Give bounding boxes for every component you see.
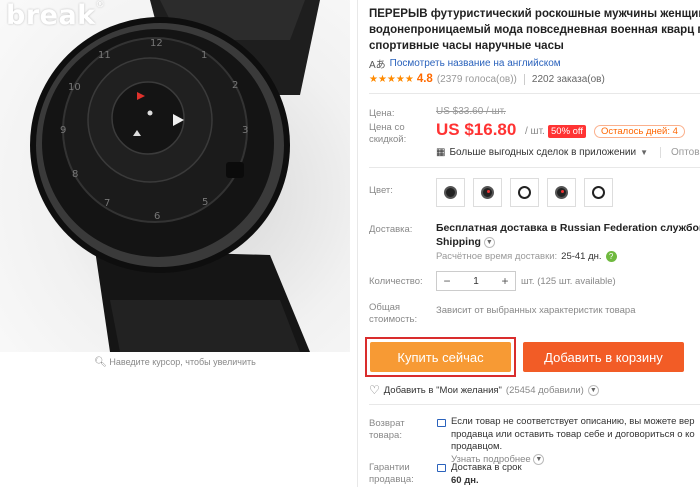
total-label: Общая стоимость: <box>369 302 418 325</box>
svg-text:6: 6 <box>154 211 160 222</box>
wishlist-link[interactable]: Добавить в "Мои желания" <box>384 385 502 396</box>
chevron-down-icon[interactable]: ▼ <box>533 453 545 465</box>
add-to-cart-button[interactable]: Добавить в корзину <box>523 342 684 372</box>
svg-text:3: 3 <box>242 125 248 136</box>
product-title: ПЕРЕРЫВ футуристический роскошные мужчин… <box>369 6 700 54</box>
delivery-time-label: Расчётное время доставки: <box>436 251 558 262</box>
zoom-hint: 🔍︎ Наведите курсор, чтобы увеличить <box>0 357 350 368</box>
column-divider <box>357 0 358 487</box>
delivery-time-value: 25-41 дн. <box>561 251 602 262</box>
qr-icon: ▦ <box>436 147 446 158</box>
svg-text:11: 11 <box>98 50 111 61</box>
price-unit: / шт. <box>525 126 545 137</box>
brand-logo: break® <box>6 0 106 31</box>
guarantee-text: Доставка в срок 60 дн. <box>451 462 522 486</box>
svg-text:7: 7 <box>104 198 110 209</box>
discount-price-label: Цена со скидкой: <box>369 122 407 145</box>
watch-thumbnail-icon <box>592 182 605 203</box>
buy-now-button[interactable]: Купить сейчас <box>370 342 511 372</box>
translate-link-text[interactable]: Посмотреть название на английском <box>390 58 561 69</box>
watch-thumbnail-icon <box>518 182 531 203</box>
title-line: спортивные часы наручные часы <box>369 40 564 52</box>
color-swatch[interactable] <box>510 178 539 207</box>
svg-text:5: 5 <box>202 197 208 208</box>
product-image[interactable]: 1212 345 678 91011 break® <box>0 0 350 352</box>
heart-icon[interactable]: ♡ <box>369 383 380 397</box>
app-deals-row[interactable]: ▦ Больше выгодных сделок в приложении ▼ … <box>436 147 700 158</box>
divider <box>369 93 700 94</box>
return-policy-icon <box>437 419 446 427</box>
translate-icon: Aあ <box>369 60 386 71</box>
divider <box>523 73 525 85</box>
chevron-down-icon[interactable]: ▼ <box>483 236 495 248</box>
total-note: Зависит от выбранных характеристик товар… <box>436 305 636 316</box>
star-rating-icon[interactable]: ★★★★★ <box>369 74 414 85</box>
guarantee-label: Гарантии продавца: <box>369 462 414 485</box>
svg-text:12: 12 <box>150 38 163 49</box>
color-swatch[interactable] <box>436 178 465 207</box>
shipping-info: Бесплатная доставка в Russian Federation… <box>436 221 700 249</box>
rating-value: 4.8 <box>416 73 433 85</box>
help-icon[interactable]: ? <box>605 251 617 262</box>
wishlist-row[interactable]: ♡ Добавить в "Мои желания" (25454 добави… <box>369 383 599 397</box>
price-label: Цена: <box>369 108 395 119</box>
chevron-down-icon[interactable]: ▼ <box>640 148 648 157</box>
watch-thumbnail-icon <box>555 182 568 203</box>
discount-badge: 50% off <box>548 125 587 138</box>
quantity-available: шт. (125 шт. available) <box>521 276 616 287</box>
svg-text:2: 2 <box>232 80 238 91</box>
quantity-decrease-button[interactable]: − <box>437 274 457 288</box>
translate-link[interactable]: Aあ Посмотреть название на английском <box>369 56 561 71</box>
watch-thumbnail-icon <box>444 182 457 203</box>
wishlist-count: (25454 добавили) <box>505 384 584 396</box>
return-policy-text: Если товар не соответствует описанию, вы… <box>451 416 695 465</box>
title-line: водонепроницаемый мода повседневная воен… <box>369 24 700 36</box>
svg-text:10: 10 <box>68 82 81 93</box>
returns-label: Возврат товара: <box>369 418 405 441</box>
shipping-line: Shipping <box>436 236 481 248</box>
wholesale-link[interactable]: Оптова <box>671 147 700 158</box>
votes-count[interactable]: (2379 голоса(ов)) <box>437 74 517 85</box>
color-swatches <box>436 178 613 207</box>
color-swatch[interactable] <box>547 178 576 207</box>
color-swatch[interactable] <box>473 178 502 207</box>
quantity-label: Количество: <box>369 276 423 287</box>
zoom-hint-text: Наведите курсор, чтобы увеличить <box>109 357 256 367</box>
quantity-stepper: − 1 + <box>436 271 516 291</box>
rating-row: ★★★★★ 4.8 (2379 голоса(ов)) 2202 заказа(… <box>369 73 605 85</box>
title-line: ПЕРЕРЫВ футуристический роскошные мужчин… <box>369 8 700 20</box>
delivery-guarantee-icon <box>437 464 446 472</box>
days-left-badge: Осталось дней: 4 <box>594 125 685 138</box>
svg-text:1: 1 <box>201 50 207 61</box>
color-label: Цвет: <box>369 185 393 196</box>
divider <box>369 167 700 168</box>
divider <box>369 404 700 405</box>
shipping-line: Бесплатная доставка в Russian Federation… <box>436 222 700 234</box>
shipping-label: Доставка: <box>369 224 413 235</box>
app-deals-text[interactable]: Больше выгодных сделок в приложении <box>449 147 636 158</box>
color-swatch[interactable] <box>584 178 613 207</box>
quantity-input[interactable]: 1 <box>457 276 495 287</box>
discount-price: US $16.80 <box>436 120 517 139</box>
chevron-down-icon[interactable]: ▼ <box>587 384 599 396</box>
watch-thumbnail-icon <box>481 182 494 203</box>
svg-text:8: 8 <box>72 169 78 180</box>
delivery-time-row: Расчётное время доставки: 25-41 дн. ? <box>436 251 617 262</box>
old-price: US $33.60 / шт. <box>436 106 506 117</box>
orders-count: 2202 заказа(ов) <box>531 73 605 85</box>
svg-text:9: 9 <box>60 125 66 136</box>
magnifier-icon: 🔍︎ <box>94 357 107 368</box>
watch-illustration: 1212 345 678 91011 <box>30 0 320 352</box>
quantity-increase-button[interactable]: + <box>495 274 515 288</box>
divider <box>660 147 662 158</box>
